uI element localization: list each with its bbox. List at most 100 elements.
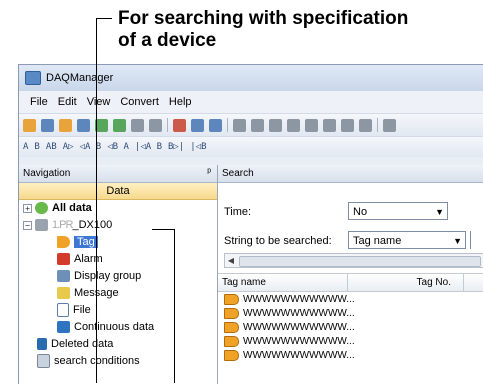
continuous-data-icon	[57, 321, 70, 333]
row-tag-name: WWWWWWWWWWW...	[243, 335, 355, 347]
dropdown-arrow-icon[interactable]: ▼	[435, 203, 444, 221]
search-conditions-icon	[37, 354, 50, 368]
tree-item-message[interactable]: Message	[57, 285, 119, 301]
menu-help[interactable]: Help	[164, 96, 197, 108]
tree-item-deleted-data[interactable]: Deleted data	[37, 336, 113, 352]
cursor-ab-icon[interactable]: AB	[46, 142, 57, 152]
main-toolbar	[19, 113, 483, 136]
search-text-input-edge[interactable]	[470, 231, 483, 249]
range-a-b-icon[interactable]: ◁A B	[80, 142, 102, 152]
column-more[interactable]	[464, 274, 483, 291]
scroll-left-icon[interactable]: ◀	[225, 254, 237, 267]
app-icon	[25, 71, 41, 85]
file-icon	[57, 303, 69, 317]
menu-convert[interactable]: Convert	[115, 96, 164, 108]
cursor-b-icon[interactable]: B	[34, 142, 39, 152]
move-a-b-icon[interactable]: |◁A B	[135, 142, 162, 152]
database-icon	[35, 202, 48, 214]
horizontal-scrollbar[interactable]: ◀	[224, 253, 483, 268]
tree-item-display-group[interactable]: Display group	[57, 268, 141, 284]
trash-icon	[37, 338, 47, 350]
tree-item-all-data[interactable]: + All data	[23, 200, 92, 216]
time-label: Time:	[224, 206, 252, 218]
zoom-icon[interactable]	[383, 118, 396, 132]
tree-label-display-group: Display group	[74, 270, 142, 282]
tag-icon	[224, 335, 239, 347]
search-title: Search	[222, 168, 254, 179]
table-row[interactable]: WWWWWWWWWWW...	[218, 292, 483, 306]
window-title: DAQManager	[46, 72, 114, 84]
pin-icon[interactable]: ᵖ	[207, 167, 211, 178]
table-row[interactable]: WWWWWWWWWWW...	[218, 334, 483, 348]
column-1-icon[interactable]	[251, 118, 264, 132]
tag-icon	[224, 321, 239, 333]
menu-edit[interactable]: Edit	[53, 96, 82, 108]
save-icon[interactable]	[41, 118, 54, 132]
data-tab-header[interactable]: Data	[19, 183, 217, 200]
callout-leader-horizontal	[96, 18, 112, 19]
app-window: DAQManager File Edit View Convert Help A	[18, 64, 483, 384]
range-b-a-icon[interactable]: ◁B A	[107, 142, 129, 152]
chart-x-icon[interactable]	[323, 118, 336, 132]
link-icon[interactable]	[191, 118, 204, 132]
tree-label-alarm: Alarm	[74, 253, 103, 265]
tree-item-continuous-data[interactable]: Continuous data	[57, 319, 154, 335]
align-icon[interactable]	[359, 118, 372, 132]
callout-line-1: For searching with specification	[118, 8, 409, 29]
column-tag-name[interactable]: Tag name	[218, 274, 348, 291]
open-folder-icon[interactable]	[23, 118, 36, 132]
print-icon[interactable]	[131, 118, 144, 132]
collapse-icon[interactable]: −	[23, 220, 32, 230]
tree-label-continuous-data: Continuous data	[74, 321, 155, 333]
tree-item-file[interactable]: File	[57, 302, 91, 318]
alarm-icon	[57, 253, 70, 265]
cursor-a-right-icon[interactable]: A▷	[63, 142, 74, 152]
row-tag-name: WWWWWWWWWWW...	[243, 307, 355, 319]
chart-y-icon[interactable]	[305, 118, 318, 132]
cursor-a-icon[interactable]: A	[23, 142, 28, 152]
row-tag-name: WWWWWWWWWWW...	[243, 349, 355, 361]
grid-icon[interactable]	[233, 118, 246, 132]
table-header: Tag name Tag No.	[218, 273, 483, 292]
search-pane: Search Time: No ▼ String to be searched:…	[218, 165, 483, 384]
move-b-icon[interactable]: B▷|	[168, 142, 184, 152]
tree-item-tag[interactable]: Tag	[57, 234, 98, 250]
tree-item-device[interactable]: − 1.PR _DX100	[23, 217, 112, 233]
expand-icon[interactable]: +	[23, 203, 32, 213]
dropdown-arrow-icon[interactable]: ▼	[453, 232, 462, 250]
tree-item-search-conditions[interactable]: search conditions	[37, 353, 140, 369]
tag-icon	[224, 293, 239, 305]
menu-view[interactable]: View	[82, 96, 116, 108]
table-row[interactable]: WWWWWWWWWWW...	[218, 320, 483, 334]
delete-icon[interactable]	[173, 118, 186, 132]
title-bar: DAQManager	[19, 65, 483, 91]
unlink-icon[interactable]	[209, 118, 222, 132]
time-select[interactable]: No ▼	[348, 202, 448, 220]
tag-icon	[57, 236, 70, 248]
tree-label-tag: Tag	[74, 236, 98, 248]
device-leader-vertical	[174, 229, 175, 383]
column-tag-no[interactable]: Tag No.	[348, 274, 464, 291]
callout-text: For searching with specification of a de…	[118, 8, 408, 52]
tree-label-device: _DX100	[72, 219, 113, 231]
string-select[interactable]: Tag name ▼	[348, 231, 466, 249]
menu-file[interactable]: File	[25, 96, 53, 108]
device-leader-horizontal	[152, 229, 174, 230]
time-select-value: No	[353, 206, 368, 218]
refresh-icon[interactable]	[113, 118, 126, 132]
open-data-icon[interactable]	[59, 118, 72, 132]
column-2-icon[interactable]	[269, 118, 282, 132]
move-end-b-icon[interactable]: |◁B	[190, 142, 206, 152]
scroll-thumb[interactable]	[239, 256, 481, 267]
column-3-icon[interactable]	[287, 118, 300, 132]
chart-r-icon[interactable]	[341, 118, 354, 132]
toolbar-separator	[227, 118, 228, 132]
export-icon[interactable]	[77, 118, 90, 132]
search-form: Time: No ▼ String to be searched: Tag na…	[218, 183, 483, 263]
results-table: Tag name Tag No. WWWWWWWWWWW... WWWWWWWW…	[218, 273, 483, 384]
print-preview-icon[interactable]	[149, 118, 162, 132]
callout-line-2: of a device	[118, 30, 217, 51]
table-row[interactable]: WWWWWWWWWWW...	[218, 306, 483, 320]
table-row[interactable]: WWWWWWWWWWW...	[218, 348, 483, 362]
search-header: Search	[218, 165, 483, 183]
